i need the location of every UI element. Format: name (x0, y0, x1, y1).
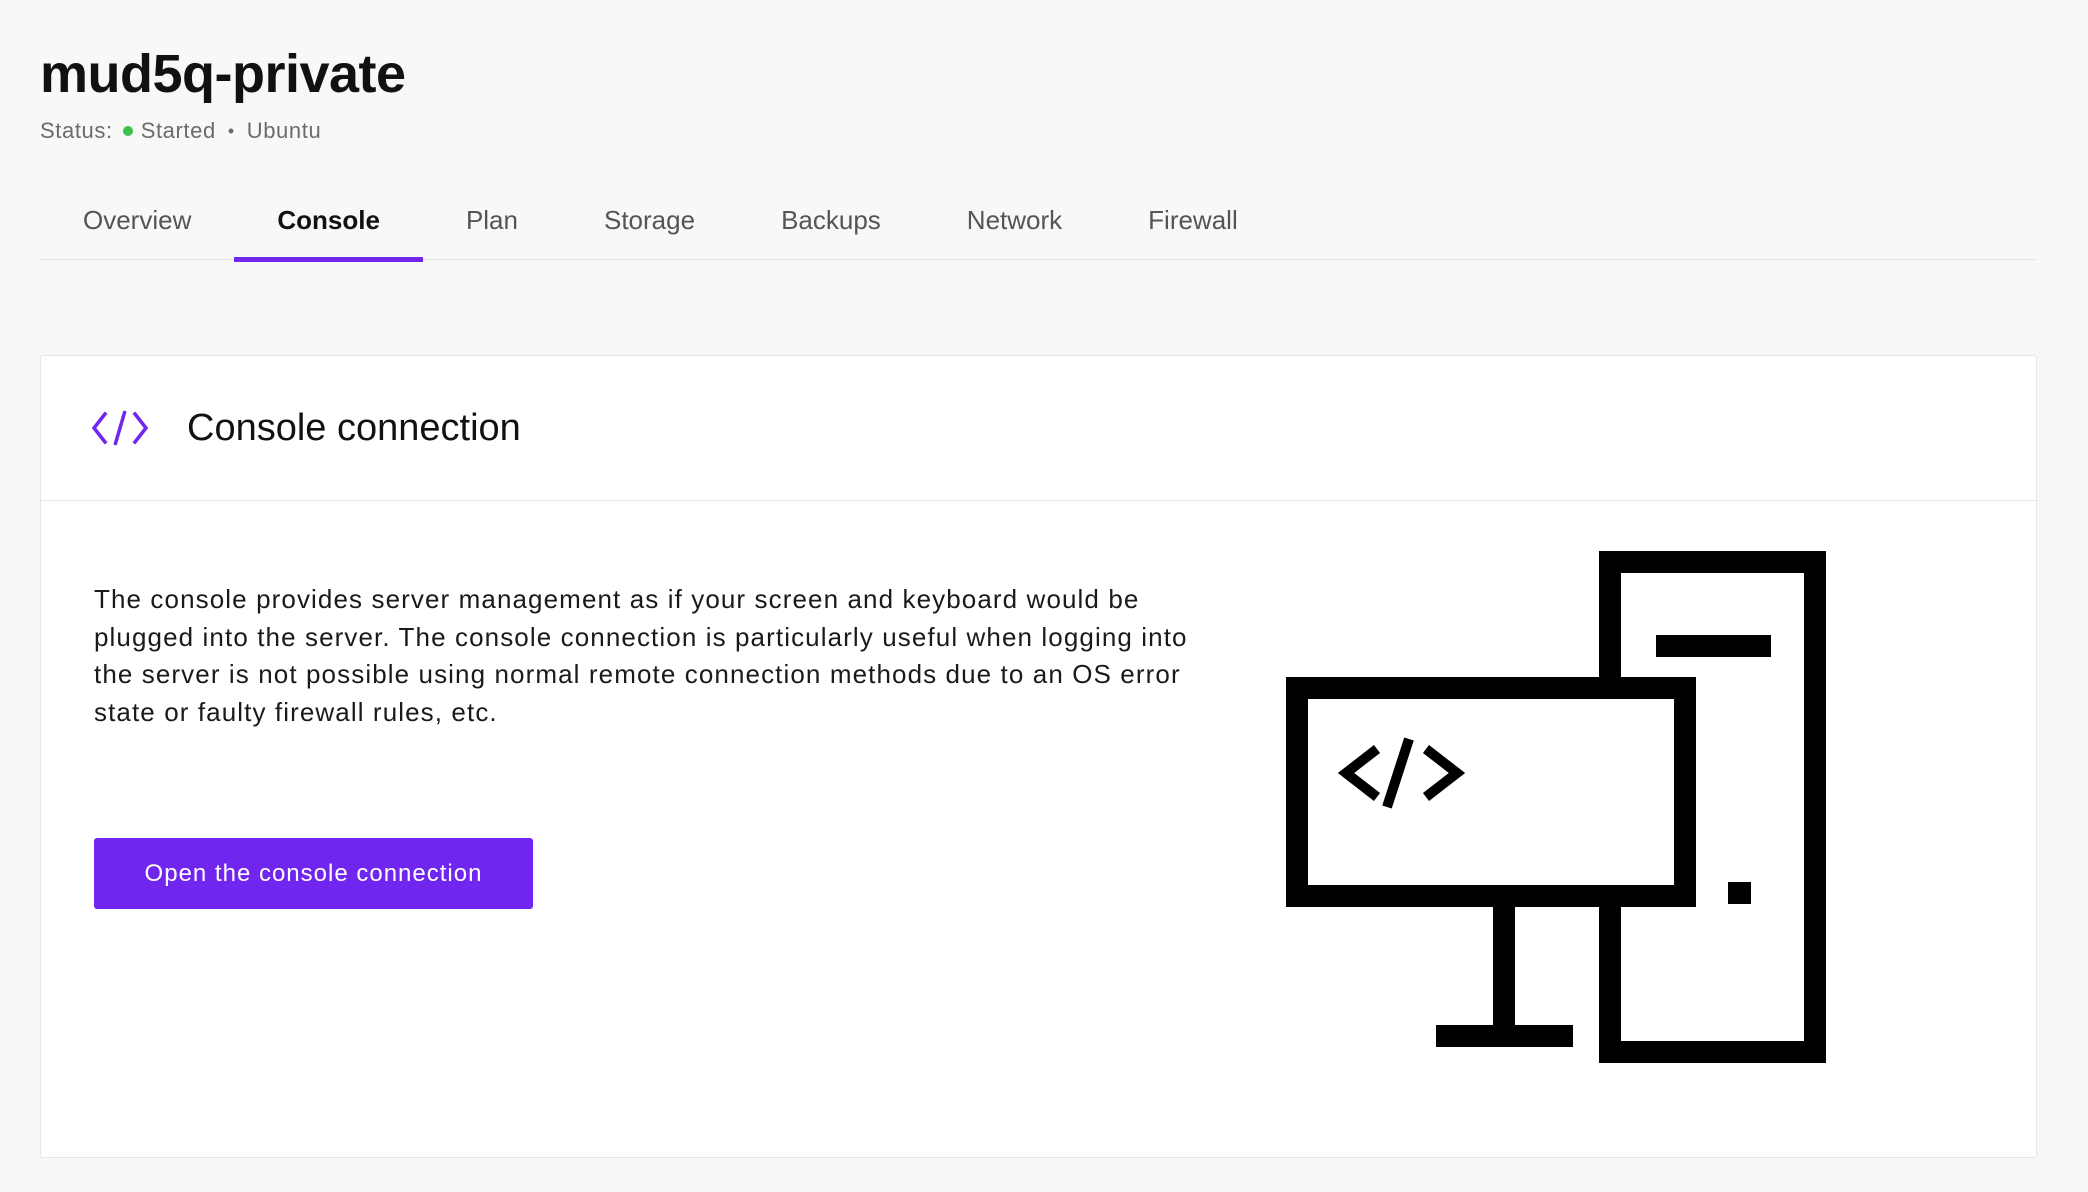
console-connection-card: Console connection The console provides … (40, 355, 2037, 1158)
tab-backups[interactable]: Backups (738, 180, 924, 260)
code-brackets-icon (91, 410, 149, 446)
console-description: The console provides server management a… (94, 584, 1188, 727)
page-header: mud5q-private Status: Started • Ubuntu (40, 40, 406, 144)
tab-label: Storage (603, 204, 696, 235)
tab-overview[interactable]: Overview (40, 180, 234, 260)
separator-dot-icon: • (227, 120, 235, 141)
os-label: Ubuntu (246, 118, 322, 143)
tab-label: Plan (465, 204, 518, 235)
status-value: Started (140, 118, 216, 143)
tab-label: Overview (83, 204, 192, 235)
tab-console[interactable]: Console (234, 180, 423, 262)
computer-tower-icon (1286, 551, 1826, 1063)
tab-network[interactable]: Network (924, 180, 1105, 260)
tab-storage[interactable]: Storage (561, 180, 738, 260)
page-title: mud5q-private (40, 44, 406, 104)
tab-bar: Overview Console Plan Storage Backups Ne… (40, 180, 2036, 262)
card-header: Console connection (41, 356, 2036, 501)
status-dot-icon (122, 126, 133, 136)
tab-label: Network (966, 204, 1063, 235)
server-console-page: mud5q-private Status: Started • Ubuntu O… (0, 0, 2088, 1192)
tab-label: Firewall (1148, 204, 1238, 235)
open-console-button[interactable]: Open the console connection (94, 838, 533, 909)
tab-firewall[interactable]: Firewall (1105, 180, 1281, 260)
card-body: The console provides server management a… (41, 501, 2036, 1157)
tab-plan[interactable]: Plan (423, 180, 561, 260)
status-line: Status: Started • Ubuntu (40, 118, 406, 144)
status-label: Status: (40, 118, 113, 143)
card-title: Console connection (187, 406, 521, 449)
tab-label: Console (277, 204, 380, 235)
tab-label: Backups (781, 204, 881, 235)
